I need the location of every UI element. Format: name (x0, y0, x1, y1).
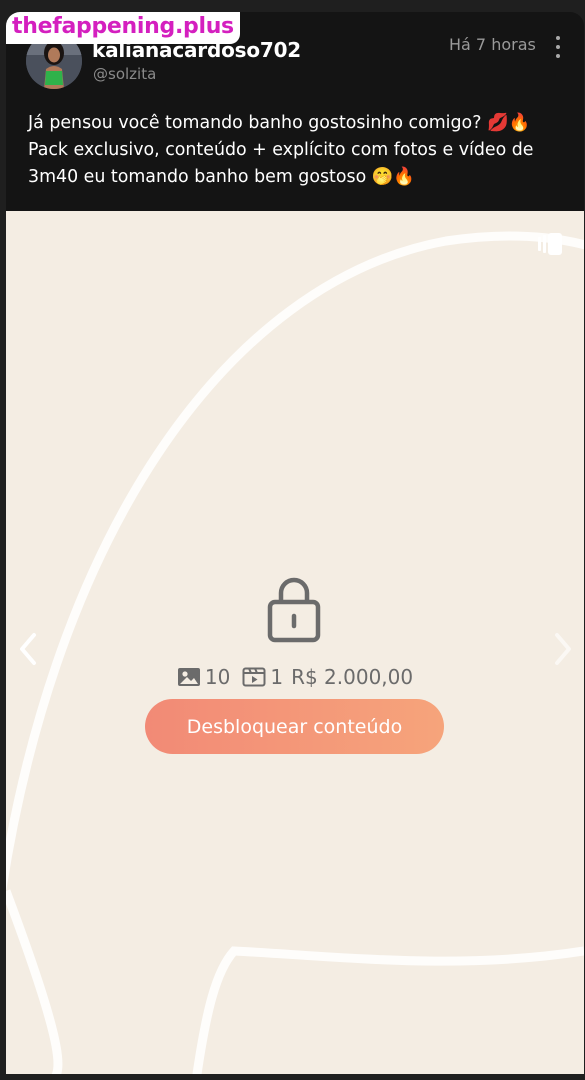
lock-icon (267, 577, 321, 643)
unlock-content-button[interactable]: Desbloquear conteúdo (145, 699, 444, 754)
video-count-value: 1 (270, 665, 284, 689)
video-icon (242, 667, 266, 687)
video-count: 1 (242, 665, 283, 689)
photo-count-value: 10 (204, 665, 231, 689)
post-caption: Já pensou você tomando banho gostosinho … (28, 110, 573, 191)
caption-line: Já pensou você tomando banho gostosinho … (28, 113, 531, 133)
image-icon (177, 668, 200, 686)
content-summary: 10 1 R$ 2.000,00 (6, 663, 584, 691)
watermark: thefappening.plus (6, 12, 240, 44)
caption-line: Pack exclusivo, conteúdo + explícito com… (28, 140, 534, 160)
photo-count: 10 (177, 665, 230, 689)
more-vertical-icon[interactable] (552, 36, 564, 58)
price: R$ 2.000,00 (291, 665, 414, 689)
author-handle[interactable]: @solzita (93, 65, 156, 83)
post-time: Há 7 horas (449, 35, 536, 54)
caption-line: 3m40 eu tomando banho bem gostoso 🤭🔥 (28, 167, 416, 187)
locked-media: 10 1 R$ 2.000,00 Desbloquear conteúdo (6, 211, 584, 1074)
post-card: thefappening.plus kalianacardoso702 @sol… (6, 12, 584, 1074)
carousel-icon (538, 233, 562, 255)
